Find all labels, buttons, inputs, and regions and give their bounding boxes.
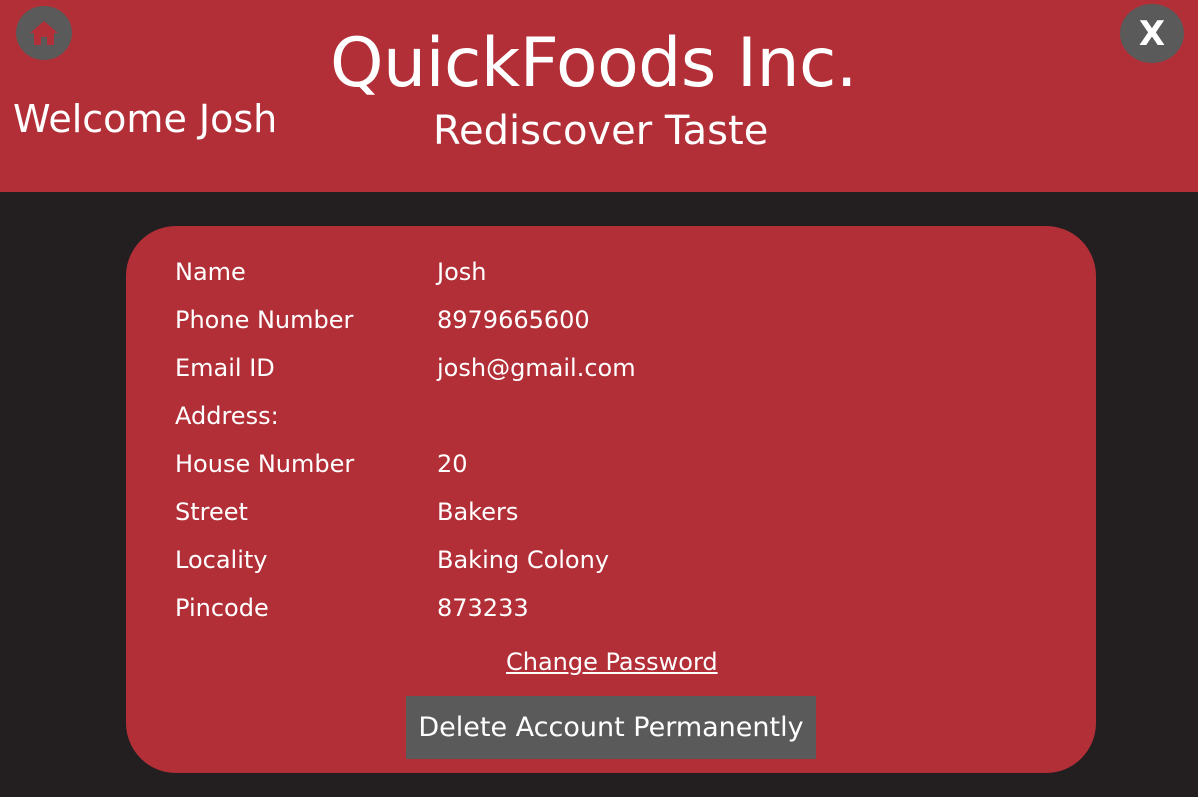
profile-row-email: Email ID josh@gmail.com bbox=[175, 350, 875, 386]
home-button[interactable] bbox=[16, 6, 72, 60]
profile-label-pincode: Pincode bbox=[175, 594, 269, 622]
brand-title: QuickFoods Inc. bbox=[330, 24, 858, 103]
profile-value-house-number: 20 bbox=[437, 450, 468, 478]
close-button[interactable]: X bbox=[1120, 4, 1184, 63]
profile-label-street: Street bbox=[175, 498, 248, 526]
profile-row-pincode: Pincode 873233 bbox=[175, 590, 875, 626]
profile-row-phone-number: Phone Number 8979665600 bbox=[175, 302, 875, 338]
welcome-message: Welcome Josh bbox=[13, 97, 278, 141]
profile-row-street: Street Bakers bbox=[175, 494, 875, 530]
profile-row-name: Name Josh bbox=[175, 254, 875, 290]
profile-card: Name Josh Phone Number 8979665600 Email … bbox=[126, 226, 1096, 773]
delete-account-button[interactable]: Delete Account Permanently bbox=[406, 696, 816, 759]
profile-label-email: Email ID bbox=[175, 354, 275, 382]
profile-value-name: Josh bbox=[437, 258, 487, 286]
brand-tagline: Rediscover Taste bbox=[433, 108, 769, 154]
profile-value-email: josh@gmail.com bbox=[437, 354, 636, 382]
profile-value-phone-number: 8979665600 bbox=[437, 306, 590, 334]
profile-value-street: Bakers bbox=[437, 498, 519, 526]
change-password-link[interactable]: Change Password bbox=[506, 644, 718, 680]
home-icon bbox=[30, 21, 58, 45]
profile-row-address: Address: bbox=[175, 398, 875, 434]
profile-label-name: Name bbox=[175, 258, 246, 286]
app-header: QuickFoods Inc. Rediscover Taste Welcome… bbox=[0, 0, 1198, 192]
profile-row-locality: Locality Baking Colony bbox=[175, 542, 875, 578]
profile-label-address: Address: bbox=[175, 402, 279, 430]
profile-value-locality: Baking Colony bbox=[437, 546, 610, 574]
profile-value-pincode: 873233 bbox=[437, 594, 529, 622]
profile-row-house-number: House Number 20 bbox=[175, 446, 875, 482]
profile-label-house-number: House Number bbox=[175, 450, 355, 478]
profile-label-locality: Locality bbox=[175, 546, 268, 574]
profile-label-phone-number: Phone Number bbox=[175, 306, 354, 334]
